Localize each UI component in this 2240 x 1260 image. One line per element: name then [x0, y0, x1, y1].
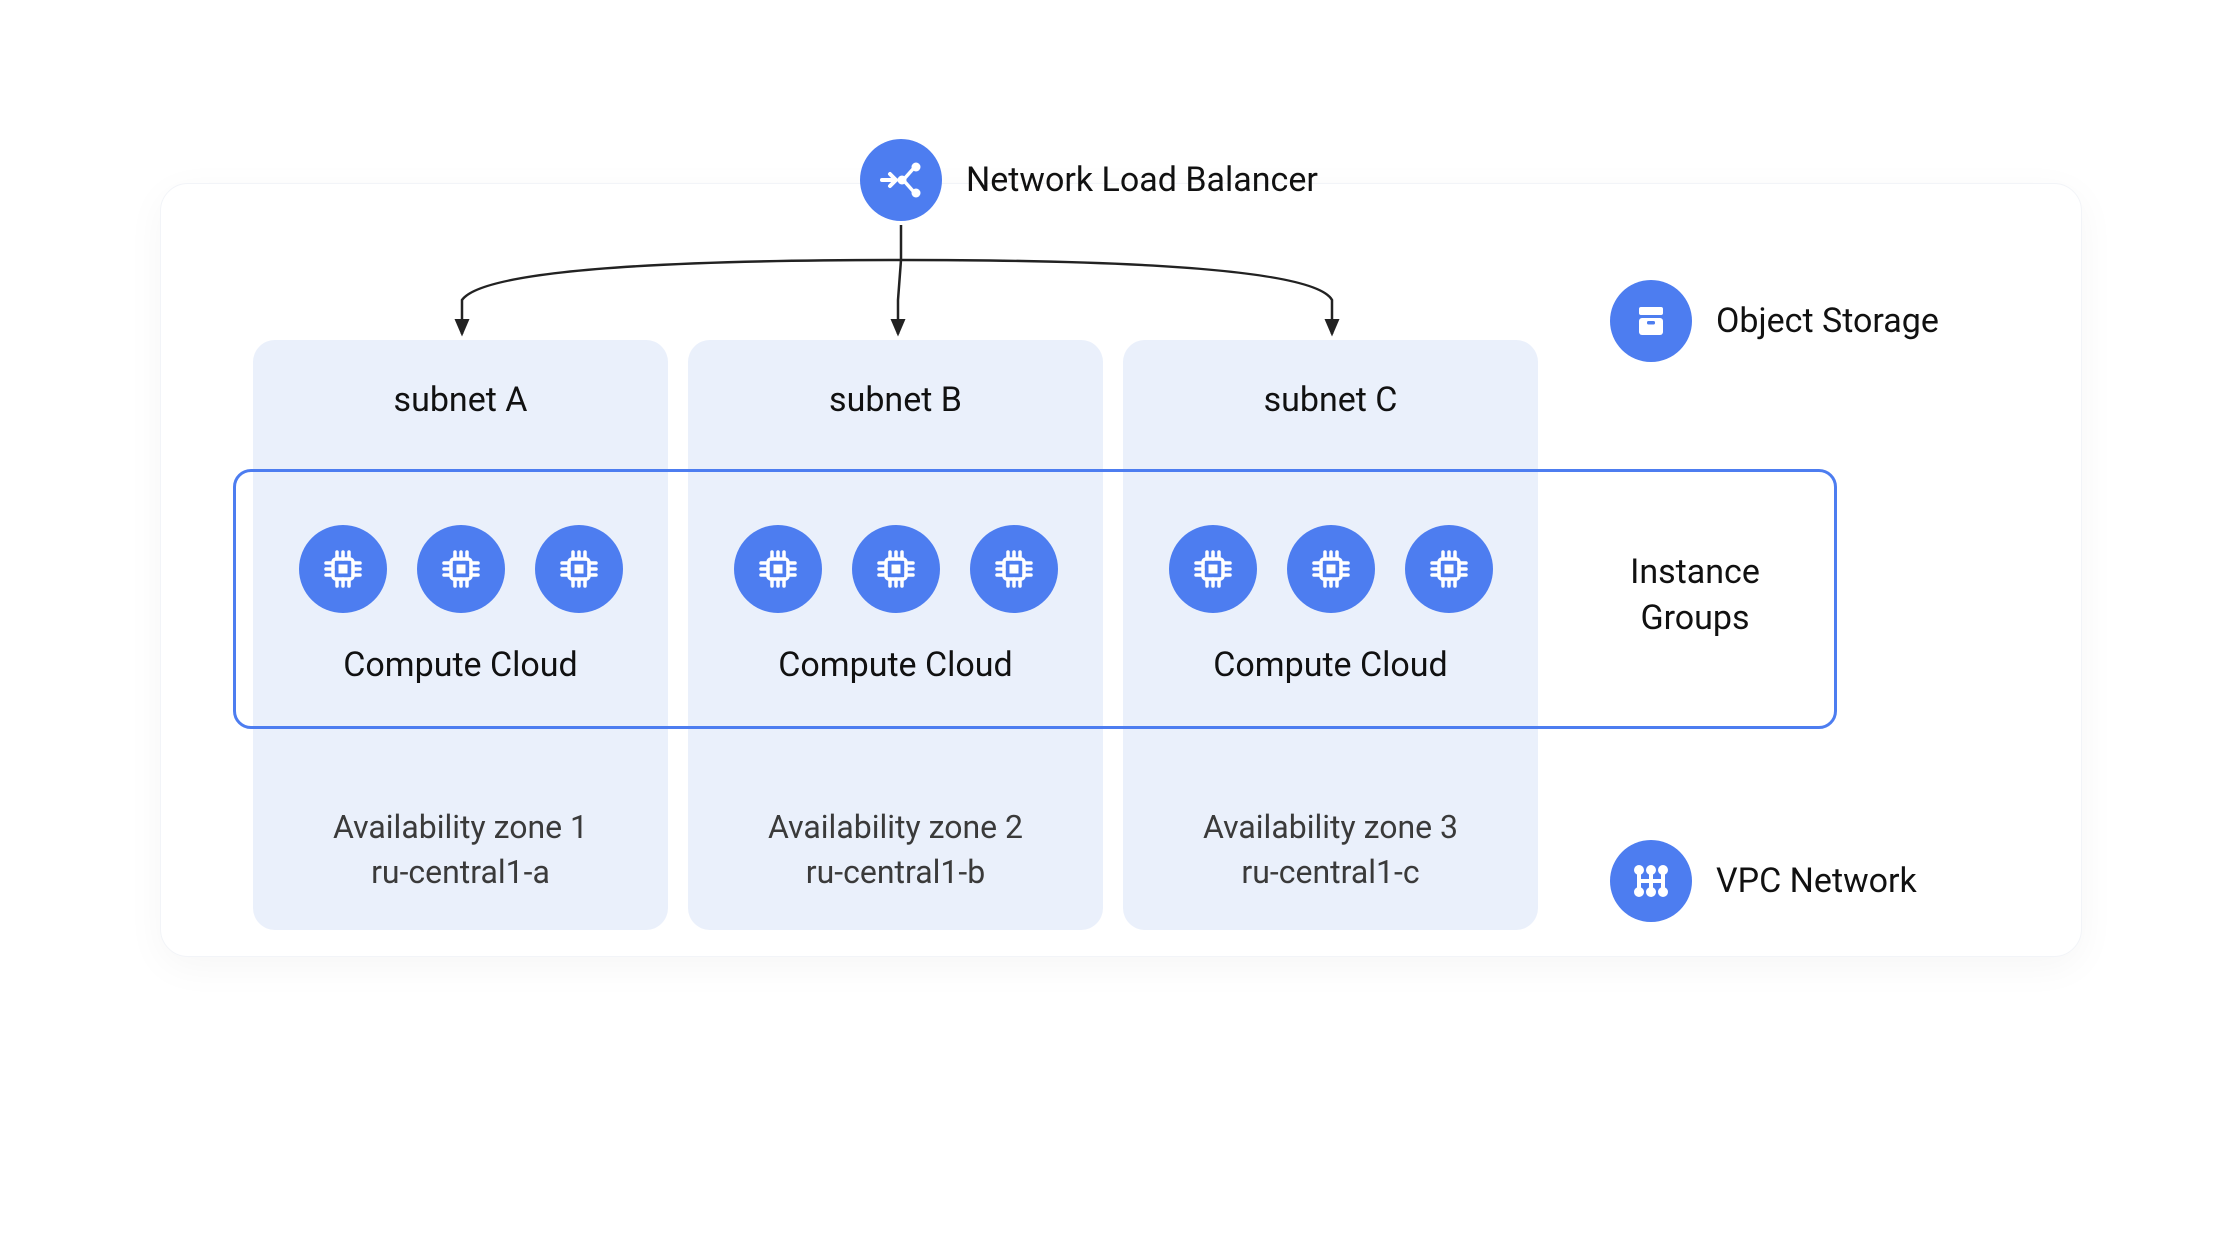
subnet-columns: subnet A Compute Cloud Availability zone…: [253, 340, 1538, 930]
az-line2: ru-central1-c: [1241, 853, 1419, 891]
compute-instance-icon: [734, 525, 822, 613]
vpc-network: VPC Network: [1610, 840, 1917, 922]
object-storage-label: Object Storage: [1716, 301, 1939, 341]
az-line2: ru-central1-a: [371, 853, 550, 891]
compute-instance-icon: [535, 525, 623, 613]
load-balancer-label: Network Load Balancer: [966, 160, 1318, 200]
compute-instances: [688, 525, 1103, 613]
compute-instance-icon: [1405, 525, 1493, 613]
instance-groups-line2: Groups: [1640, 598, 1749, 638]
az-line1: Availability zone 1: [333, 808, 588, 846]
vpc-network-icon: [1610, 840, 1692, 922]
subnet-title: subnet A: [253, 380, 668, 420]
compute-instance-icon: [1169, 525, 1257, 613]
availability-zone-label: Availability zone 3 ru-central1-c: [1123, 805, 1538, 895]
compute-instance-icon: [299, 525, 387, 613]
diagram-stage: Network Load Balancer subnet A Compute C…: [0, 0, 2240, 1260]
subnet-a: subnet A Compute Cloud Availability zone…: [253, 340, 668, 930]
load-balancer-glyph: [878, 157, 924, 203]
az-line2: ru-central1-b: [806, 853, 985, 891]
instance-groups-label: Instance Groups: [1595, 550, 1795, 642]
compute-label: Compute Cloud: [688, 645, 1103, 685]
compute-instance-icon: [852, 525, 940, 613]
subnet-title: subnet C: [1123, 380, 1538, 420]
storage-icon: [1610, 280, 1692, 362]
compute-instance-icon: [970, 525, 1058, 613]
az-line1: Availability zone 2: [768, 808, 1023, 846]
compute-instance-icon: [417, 525, 505, 613]
subnet-b: subnet B Compute Cloud Availability zone…: [688, 340, 1103, 930]
object-storage: Object Storage: [1610, 280, 1939, 362]
instance-groups-line1: Instance: [1630, 552, 1760, 592]
compute-label: Compute Cloud: [1123, 645, 1538, 685]
az-line1: Availability zone 3: [1203, 808, 1458, 846]
load-balancer-icon: [860, 139, 942, 221]
vpc-network-label: VPC Network: [1716, 861, 1917, 901]
availability-zone-label: Availability zone 1 ru-central1-a: [253, 805, 668, 895]
compute-label: Compute Cloud: [253, 645, 668, 685]
subnet-title: subnet B: [688, 380, 1103, 420]
network-load-balancer: Network Load Balancer: [860, 139, 1318, 221]
subnet-c: subnet C Compute Cloud Availability zone…: [1123, 340, 1538, 930]
compute-instance-icon: [1287, 525, 1375, 613]
compute-instances: [1123, 525, 1538, 613]
compute-instances: [253, 525, 668, 613]
availability-zone-label: Availability zone 2 ru-central1-b: [688, 805, 1103, 895]
